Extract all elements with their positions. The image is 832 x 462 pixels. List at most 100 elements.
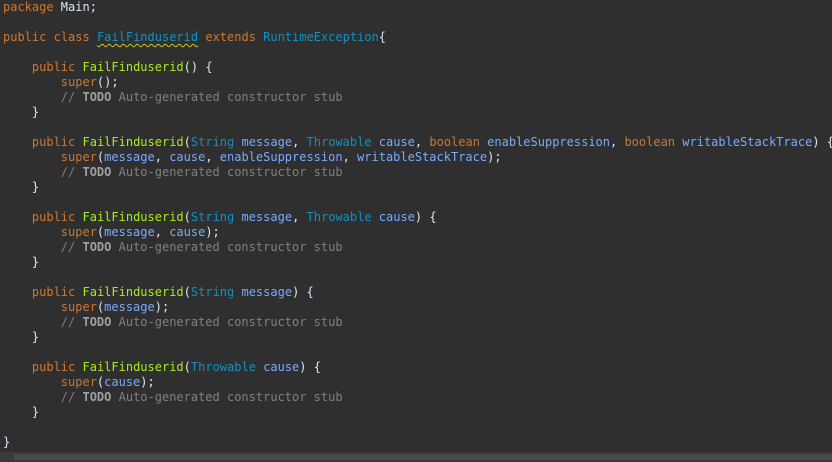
code-token-plain: , (610, 135, 625, 149)
code-token-keyword: package (3, 0, 54, 14)
code-token-comment: Auto-generated constructor stub (111, 90, 343, 104)
horizontal-scrollbar[interactable] (0, 452, 832, 462)
code-token-keyword: super (60, 375, 97, 389)
code-line[interactable]: // TODO Auto-generated constructor stub (3, 90, 832, 105)
code-token-keyword: boolean (624, 135, 676, 149)
code-token-plain: ) { (414, 210, 437, 224)
code-token-plain: , (292, 135, 307, 149)
code-token-keyword: public (31, 210, 76, 224)
code-token-param: message (104, 300, 155, 314)
code-token-keyword: super (60, 150, 97, 164)
code-line[interactable]: } (3, 255, 832, 270)
code-token-plain: } (3, 435, 11, 449)
code-line[interactable]: super(message); (3, 300, 832, 315)
code-token-param: writableStackTrace (682, 135, 813, 149)
code-token-method: FailFinduserid (82, 210, 184, 224)
code-line[interactable]: } (3, 405, 832, 420)
code-token-plain: } (3, 330, 40, 344)
code-token-keyword: super (60, 300, 97, 314)
code-line[interactable]: super(); (3, 75, 832, 90)
code-editor[interactable]: package Main; public class FailFinduseri… (0, 0, 832, 452)
code-line[interactable]: } (3, 180, 832, 195)
code-token-plain: } (3, 105, 40, 119)
code-token-method: FailFinduserid (82, 360, 184, 374)
code-area[interactable]: package Main; public class FailFinduseri… (3, 0, 832, 450)
code-token-todo: TODO (82, 90, 112, 104)
code-token-comment: // (3, 240, 83, 254)
code-token-plain: Main; (53, 0, 97, 14)
code-token-keyword: super (60, 75, 97, 89)
code-token-type: String (190, 285, 235, 299)
code-token-keyword: public (31, 285, 76, 299)
code-token-plain: ) { (299, 360, 321, 374)
code-line[interactable]: // TODO Auto-generated constructor stub (3, 165, 832, 180)
code-token-todo: TODO (82, 240, 112, 254)
code-token-plain: , (292, 210, 307, 224)
code-token-plain: (); (96, 75, 119, 89)
code-line[interactable]: // TODO Auto-generated constructor stub (3, 240, 832, 255)
code-line[interactable]: super(cause); (3, 375, 832, 390)
code-token-plain: , (342, 150, 358, 164)
code-line[interactable]: super(message, cause); (3, 225, 832, 240)
code-token-param: message (241, 285, 293, 299)
code-line[interactable]: public FailFinduserid(String message, Th… (3, 135, 832, 150)
code-line[interactable] (3, 195, 832, 210)
code-token-plain: ( (183, 210, 191, 224)
code-line[interactable]: super(message, cause, enableSuppression,… (3, 150, 832, 165)
code-line[interactable]: } (3, 435, 832, 450)
code-token-comment: // (3, 90, 83, 104)
code-line[interactable] (3, 120, 832, 135)
code-token-param: message (104, 150, 155, 164)
code-line[interactable]: public FailFinduserid(String message) { (3, 285, 832, 300)
code-line[interactable] (3, 45, 832, 60)
code-line[interactable]: } (3, 105, 832, 120)
code-line[interactable]: // TODO Auto-generated constructor stub (3, 315, 832, 330)
code-token-plain: { (378, 30, 386, 44)
code-token-param: message (241, 135, 293, 149)
code-token-type: Throwable (306, 210, 372, 224)
code-line[interactable]: public FailFinduserid() { (3, 60, 832, 75)
code-line[interactable] (3, 15, 832, 30)
code-token-param: cause (169, 225, 206, 239)
code-token-comment: Auto-generated constructor stub (111, 165, 343, 179)
code-token-param: writableStackTrace (357, 150, 488, 164)
code-token-plain: ( (183, 135, 191, 149)
code-token-method: FailFinduserid (82, 60, 184, 74)
code-line[interactable]: package Main; (3, 0, 832, 15)
code-token-comment: // (3, 165, 83, 179)
code-line[interactable]: // TODO Auto-generated constructor stub (3, 390, 832, 405)
code-token-param: cause (263, 360, 300, 374)
code-token-keyword: super (60, 225, 97, 239)
code-token-plain: , (154, 225, 170, 239)
code-line[interactable] (3, 345, 832, 360)
code-token-type: String (190, 210, 235, 224)
code-token-keyword: boolean (429, 135, 480, 149)
code-line[interactable]: public FailFinduserid(Throwable cause) { (3, 360, 832, 375)
code-token-class-name: FailFinduserid (96, 30, 199, 44)
code-line[interactable]: } (3, 330, 832, 345)
code-line[interactable]: public FailFinduserid(String message, Th… (3, 210, 832, 225)
code-token-keyword: public (31, 360, 76, 374)
code-line[interactable] (3, 270, 832, 285)
scrollbar-thumb[interactable] (14, 454, 832, 460)
code-token-comment: // (3, 315, 83, 329)
code-token-plain: () { (183, 60, 213, 74)
code-token-comment: Auto-generated constructor stub (111, 315, 343, 329)
code-token-plain: } (3, 255, 40, 269)
code-line[interactable] (3, 420, 832, 435)
code-line[interactable]: public class FailFinduserid extends Runt… (3, 30, 832, 45)
code-token-param: message (104, 225, 155, 239)
